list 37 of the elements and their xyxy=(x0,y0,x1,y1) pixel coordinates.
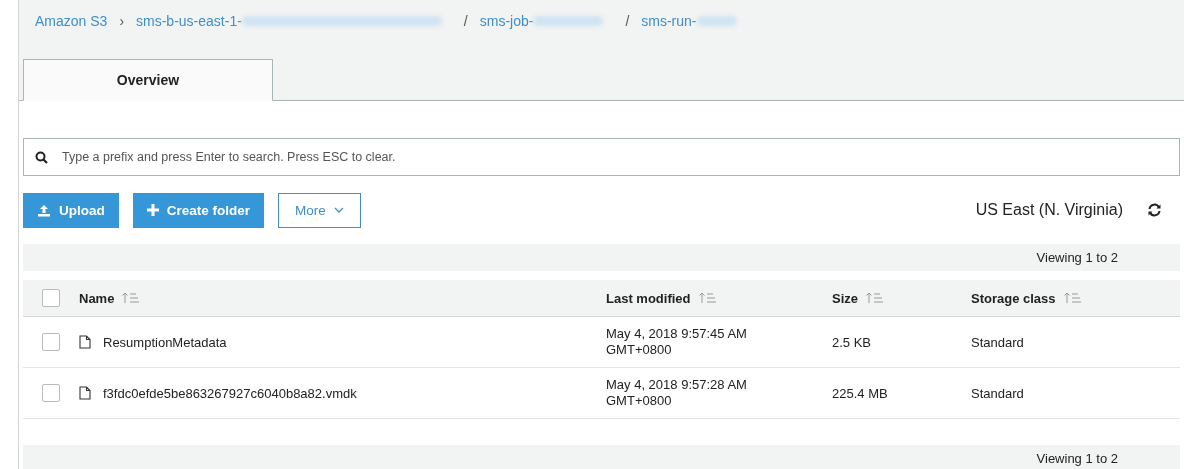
breadcrumb-separator: / xyxy=(625,13,630,29)
sort-icon[interactable] xyxy=(866,292,884,304)
table-cell: 225.4 MB xyxy=(832,385,888,401)
column-header[interactable]: Storage class xyxy=(971,290,1056,306)
table-cell: May 4, 2018 9:57:45 AM GMT+0800 xyxy=(606,326,747,358)
row-checkbox[interactable] xyxy=(42,333,60,351)
column-header[interactable]: Last modified xyxy=(606,290,691,306)
search-icon xyxy=(35,151,48,164)
redacted-text xyxy=(533,16,604,26)
redacted-text xyxy=(696,16,737,26)
file-name[interactable]: f3fdc0efde5be863267927c6040b8a82.vmdk xyxy=(103,385,357,401)
search-field[interactable]: Type a prefix and press Enter to search. Press ESC to clear. xyxy=(23,138,1180,176)
more-button[interactable]: More xyxy=(278,192,361,228)
overview-tab[interactable]: Overview xyxy=(23,59,273,101)
sort-icon[interactable] xyxy=(698,292,717,304)
sort-icon[interactable] xyxy=(122,292,141,304)
file-icon xyxy=(79,386,91,400)
upload-icon xyxy=(37,203,51,217)
pagination-label: Viewing 1 to 2 xyxy=(1036,250,1118,265)
refresh-icon[interactable] xyxy=(1147,203,1162,217)
column-header[interactable]: Name xyxy=(79,290,115,306)
region-label: US East (N. Virginia) xyxy=(975,201,1123,219)
table-cell: 2.5 KB xyxy=(832,334,872,350)
select-all-checkbox[interactable] xyxy=(42,289,60,307)
table-cell: May 4, 2018 9:57:28 AM GMT+0800 xyxy=(606,377,747,409)
table-cell: Standard xyxy=(971,334,1024,350)
table-cell: Standard xyxy=(971,385,1024,401)
sort-icon[interactable] xyxy=(1063,292,1082,304)
file-name[interactable]: ResumptionMetadata xyxy=(103,334,227,350)
breadcrumb-separator: › xyxy=(119,13,125,29)
plus-icon xyxy=(146,204,159,216)
pagination-label: Viewing 1 to 2 xyxy=(1036,451,1118,466)
breadcrumb-separator: / xyxy=(463,13,468,29)
column-header[interactable]: Size xyxy=(832,290,858,306)
file-icon xyxy=(79,335,91,349)
caret-icon xyxy=(333,207,344,213)
row-checkbox[interactable] xyxy=(42,384,60,402)
